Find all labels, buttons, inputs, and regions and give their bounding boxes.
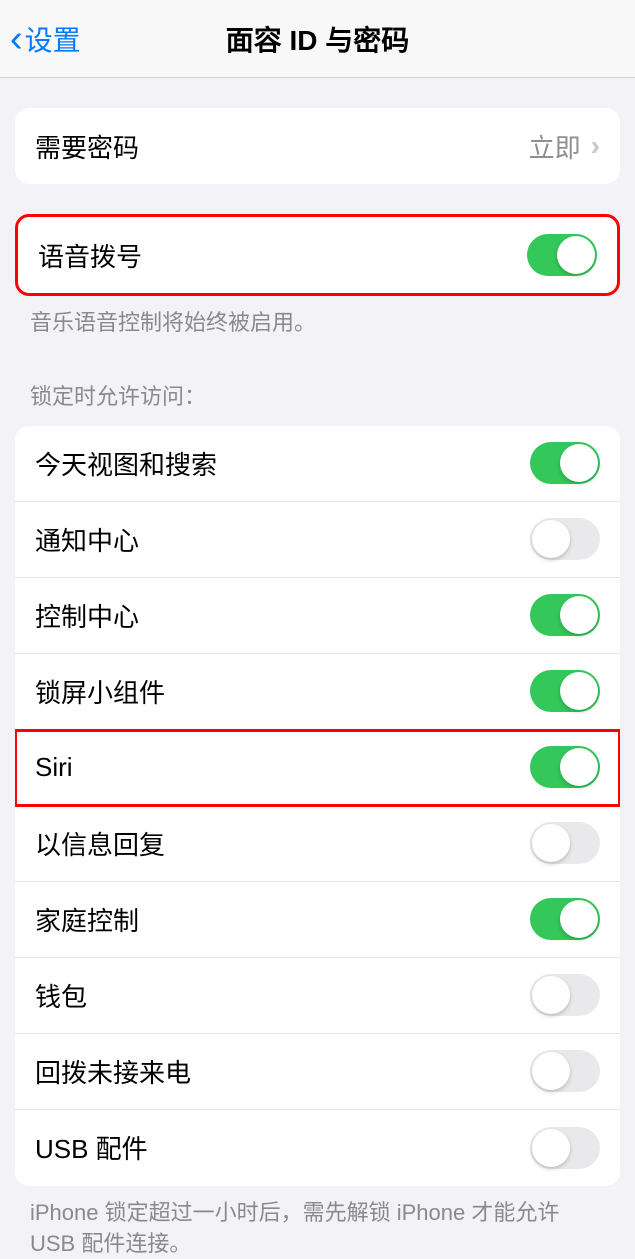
voice-dial-row: 语音拨号	[18, 217, 617, 293]
lock-item-label: 家庭控制	[35, 901, 139, 938]
lock-item-label: 锁屏小组件	[35, 673, 165, 710]
back-button[interactable]: ‹ 设置	[0, 19, 81, 59]
lock-item-label: 钱包	[35, 977, 87, 1014]
toggle-knob	[532, 1052, 570, 1090]
lock-item-toggle[interactable]	[530, 898, 600, 940]
lock-item-label: 通知中心	[35, 521, 139, 558]
require-passcode-row[interactable]: 需要密码 立即 ›	[15, 108, 620, 184]
back-label: 设置	[25, 19, 81, 59]
lock-item-label: 今天视图和搜索	[35, 445, 217, 482]
lock-item-row: 钱包	[15, 958, 620, 1034]
lock-item-row: 以信息回复	[15, 806, 620, 882]
lock-item-row: 控制中心	[15, 578, 620, 654]
lock-item-toggle[interactable]	[530, 1127, 600, 1169]
chevron-left-icon: ‹	[10, 20, 23, 58]
nav-header: ‹ 设置 面容 ID 与密码	[0, 0, 635, 78]
toggle-knob	[532, 520, 570, 558]
voice-dial-group: 语音拨号	[15, 214, 620, 296]
lock-item-row: 家庭控制	[15, 882, 620, 958]
toggle-knob	[532, 976, 570, 1014]
lock-item-toggle[interactable]	[530, 518, 600, 560]
lock-item-label: Siri	[35, 752, 73, 783]
toggle-knob	[532, 824, 570, 862]
lock-access-group: 今天视图和搜索通知中心控制中心锁屏小组件 Siri 以信息回复家庭控制钱包回拨未接来…	[15, 426, 620, 1186]
voice-dial-footer: 音乐语音控制将始终被启用。	[0, 296, 635, 339]
require-passcode-value: 立即	[529, 128, 581, 165]
lock-item-row: Siri	[15, 730, 620, 806]
lock-item-label: 控制中心	[35, 597, 139, 634]
toggle-knob	[560, 444, 598, 482]
lock-item-toggle[interactable]	[530, 670, 600, 712]
lock-item-row: 锁屏小组件	[15, 654, 620, 730]
toggle-knob	[532, 1129, 570, 1167]
lock-item-label: USB 配件	[35, 1129, 148, 1166]
chevron-right-icon: ›	[591, 130, 600, 162]
lock-item-toggle[interactable]	[530, 1050, 600, 1092]
lock-item-toggle[interactable]	[530, 594, 600, 636]
lock-item-row: 今天视图和搜索	[15, 426, 620, 502]
lock-item-row: 通知中心	[15, 502, 620, 578]
lock-item-label: 以信息回复	[35, 825, 165, 862]
lock-item-label: 回拨未接来电	[35, 1053, 191, 1090]
voice-dial-toggle[interactable]	[527, 234, 597, 276]
toggle-knob	[560, 672, 598, 710]
require-passcode-value-wrap: 立即 ›	[529, 128, 600, 165]
lock-item-toggle[interactable]	[530, 822, 600, 864]
page-title: 面容 ID 与密码	[0, 19, 635, 59]
lock-section-header: 锁定时允许访问：	[0, 369, 635, 421]
voice-dial-label: 语音拨号	[38, 237, 142, 274]
lock-item-row: USB 配件	[15, 1110, 620, 1186]
lock-item-toggle[interactable]	[530, 442, 600, 484]
lock-item-row: 回拨未接来电	[15, 1034, 620, 1110]
require-passcode-group: 需要密码 立即 ›	[15, 108, 620, 184]
toggle-knob	[557, 236, 595, 274]
toggle-knob	[560, 900, 598, 938]
toggle-knob	[560, 596, 598, 634]
require-passcode-label: 需要密码	[35, 128, 139, 165]
toggle-knob	[560, 748, 598, 786]
lock-item-toggle[interactable]	[530, 974, 600, 1016]
lock-item-toggle[interactable]	[530, 746, 600, 788]
lock-section-footer: iPhone 锁定超过一小时后，需先解锁 iPhone 才能允许 USB 配件连…	[0, 1186, 635, 1259]
